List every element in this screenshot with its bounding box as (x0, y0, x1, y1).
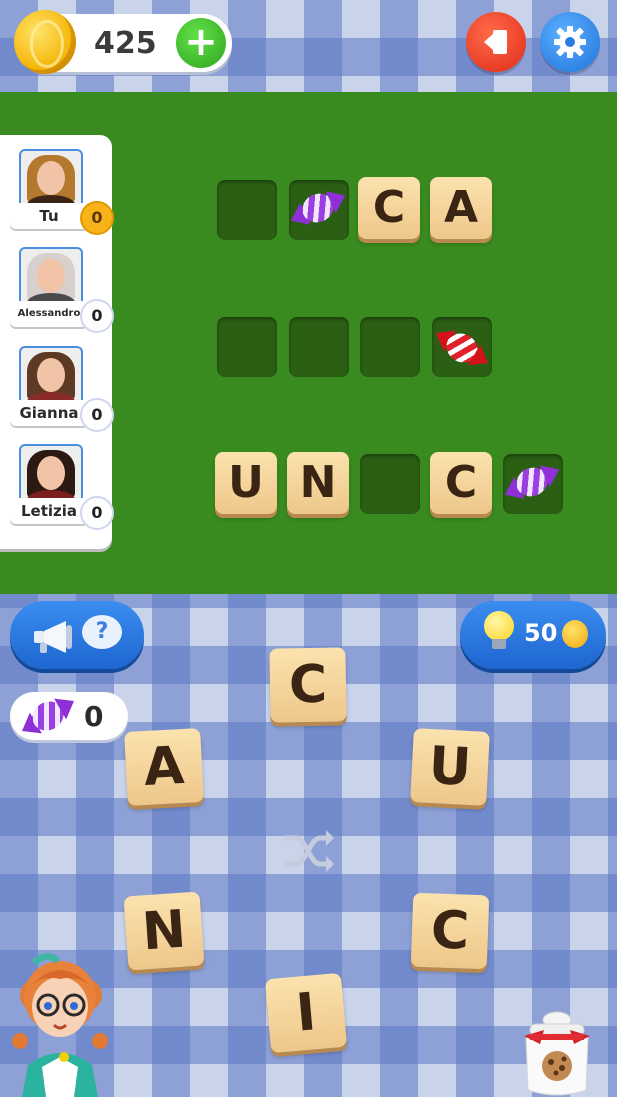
letter-tile: C (358, 177, 420, 239)
empty-slot (289, 317, 349, 377)
player-card: Tu 0 (10, 149, 114, 244)
exit-icon (484, 30, 507, 54)
player-name: Alessandro (10, 301, 88, 327)
empty-slot (360, 454, 420, 514)
shuffle-icon (283, 830, 334, 872)
coin-icon (562, 620, 588, 648)
player-card: Letizia 0 (10, 444, 114, 539)
gear-icon (554, 26, 586, 58)
question-bubble-icon: ? (82, 615, 122, 649)
mascot-girl-image (12, 953, 108, 1097)
candy-count: 0 (84, 700, 104, 733)
coin-balance: 425 + (14, 10, 232, 74)
player-card: Gianna 0 (10, 346, 114, 441)
player-card: Alessandro 0 (10, 247, 114, 342)
letter-tile: N (287, 452, 349, 514)
player-name: Gianna (10, 400, 88, 426)
add-coins-button[interactable]: + (176, 18, 226, 68)
hint-button[interactable]: ? (10, 601, 144, 669)
wheel-letter-tile[interactable]: I (264, 972, 348, 1054)
avatar (19, 444, 83, 504)
player-score: 0 (80, 201, 114, 235)
letter-tile: A (430, 177, 492, 239)
crossword-board: Tu 0 Alessandro 0 Gianna 0 Letizia 0 C A… (0, 92, 617, 594)
players-panel: Tu 0 Alessandro 0 Gianna 0 Letizia 0 (0, 135, 114, 549)
wheel-letter-tile[interactable]: U (410, 728, 490, 806)
hint-cost: 50 (524, 619, 558, 647)
letter-tile: C (430, 452, 492, 514)
empty-slot (217, 317, 277, 377)
avatar (19, 247, 83, 307)
candy-counter: 0 (10, 690, 128, 742)
wheel-letter-tile[interactable]: C (410, 892, 490, 970)
wheel-letter-tile[interactable]: A (124, 728, 204, 806)
plus-icon: + (184, 19, 218, 65)
coin-count: 425 (94, 26, 157, 61)
megaphone-icon (34, 621, 72, 653)
wheel-letter-tile[interactable]: C (269, 647, 347, 723)
avatar (19, 346, 83, 406)
coin-icon (14, 10, 76, 74)
player-name: Tu (10, 203, 88, 229)
candy-icon (10, 683, 85, 750)
player-score: 0 (80, 299, 114, 333)
wheel-letter-tile[interactable]: N (123, 891, 205, 971)
shuffle-button[interactable] (282, 826, 336, 876)
empty-slot (217, 180, 277, 240)
exit-button[interactable] (466, 12, 526, 72)
top-bar: 425 + (0, 0, 617, 92)
cookie-jar-image (524, 1011, 590, 1096)
player-name: Letizia (10, 498, 88, 524)
lightbulb-hint-button[interactable]: 50 (460, 601, 606, 669)
player-score: 0 (80, 496, 114, 530)
empty-slot (360, 317, 420, 377)
lightbulb-icon (480, 611, 516, 655)
settings-button[interactable] (540, 12, 600, 72)
avatar (19, 149, 83, 209)
letter-tile: U (215, 452, 277, 514)
player-score: 0 (80, 398, 114, 432)
